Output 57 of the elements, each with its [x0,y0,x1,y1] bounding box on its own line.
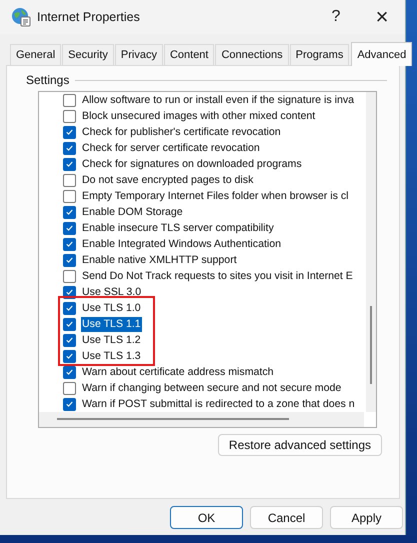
tab[interactable]: Programs [290,44,350,65]
checkbox[interactable] [63,110,76,122]
setting-label[interactable]: Block unsecured images with other mixed content [81,108,316,124]
setting-label[interactable]: Use SSL 3.0 [81,284,142,300]
tab[interactable]: General [10,44,62,65]
tab[interactable]: Content [164,44,214,65]
scrollbar-thumb[interactable] [57,418,289,420]
setting-label[interactable]: Use TLS 1.3 [81,348,142,364]
checkbox[interactable] [63,94,76,106]
setting-label[interactable]: Check for publisher's certificate revocation [81,124,282,140]
tab[interactable]: Privacy [114,44,163,65]
setting-label[interactable]: Enable DOM Storage [81,204,184,220]
setting-label[interactable]: Check for signatures on downloaded programs [81,156,303,172]
scrollbar-thumb[interactable] [370,306,372,384]
setting-label[interactable]: Do not save encrypted pages to disk [81,172,254,188]
checkbox[interactable] [63,270,76,282]
restore-button[interactable]: Restore advanced settings [218,434,382,456]
setting-label[interactable]: Send Do Not Track requests to sites you visit in Internet E [81,268,354,284]
checkbox[interactable] [63,190,76,202]
checkbox[interactable] [63,254,76,266]
setting-label[interactable]: Enable Integrated Windows Authentication [81,236,282,252]
checkbox[interactable] [63,350,76,362]
checkbox[interactable] [63,318,76,330]
setting-label[interactable]: Use TLS 1.0 [81,300,142,316]
checkbox[interactable] [63,142,76,154]
setting-label[interactable]: Check for server certificate revocation [81,140,261,156]
checkbox[interactable] [63,174,76,186]
setting-label[interactable]: Use TLS 1.2 [81,332,142,348]
setting-label[interactable]: Use TLS 1.1 [81,316,142,332]
dialog-button[interactable]: Apply [330,506,403,529]
checkbox[interactable] [63,398,76,410]
globe-icon [11,7,31,27]
checkbox[interactable] [63,222,76,234]
help-button[interactable]: ? [313,0,359,34]
window-title: Internet Properties [37,10,140,24]
setting-label[interactable]: Enable insecure TLS server compatibility [81,220,275,236]
tab[interactable]: Connections [215,44,289,65]
close-button[interactable]: × [359,0,405,34]
tab[interactable]: Advanced [351,42,412,66]
setting-label[interactable]: Warn if POST submittal is redirected to a zone that does n [81,396,356,412]
tab[interactable]: Security [62,44,114,65]
checkbox[interactable] [63,382,76,394]
dialog-button[interactable]: Cancel [250,506,323,529]
setting-label[interactable]: Empty Temporary Internet Files folder when browser is cl [81,188,350,204]
dialog-button[interactable]: OK [170,506,243,529]
checkbox[interactable] [63,366,76,378]
checkbox[interactable] [63,126,76,138]
group-label: Settings [26,73,70,87]
checkbox[interactable] [63,302,76,314]
setting-label[interactable]: Enable native XMLHTTP support [81,252,238,268]
setting-label[interactable]: Warn if changing between secure and not secure mode [81,380,342,396]
checkbox[interactable] [63,158,76,170]
setting-label[interactable]: Allow software to run or install even if the signature is inva [81,92,356,108]
checkbox[interactable] [63,334,76,346]
checkbox[interactable] [63,238,76,250]
setting-label[interactable]: Warn about certificate address mismatch [81,364,275,380]
checkbox[interactable] [63,206,76,218]
